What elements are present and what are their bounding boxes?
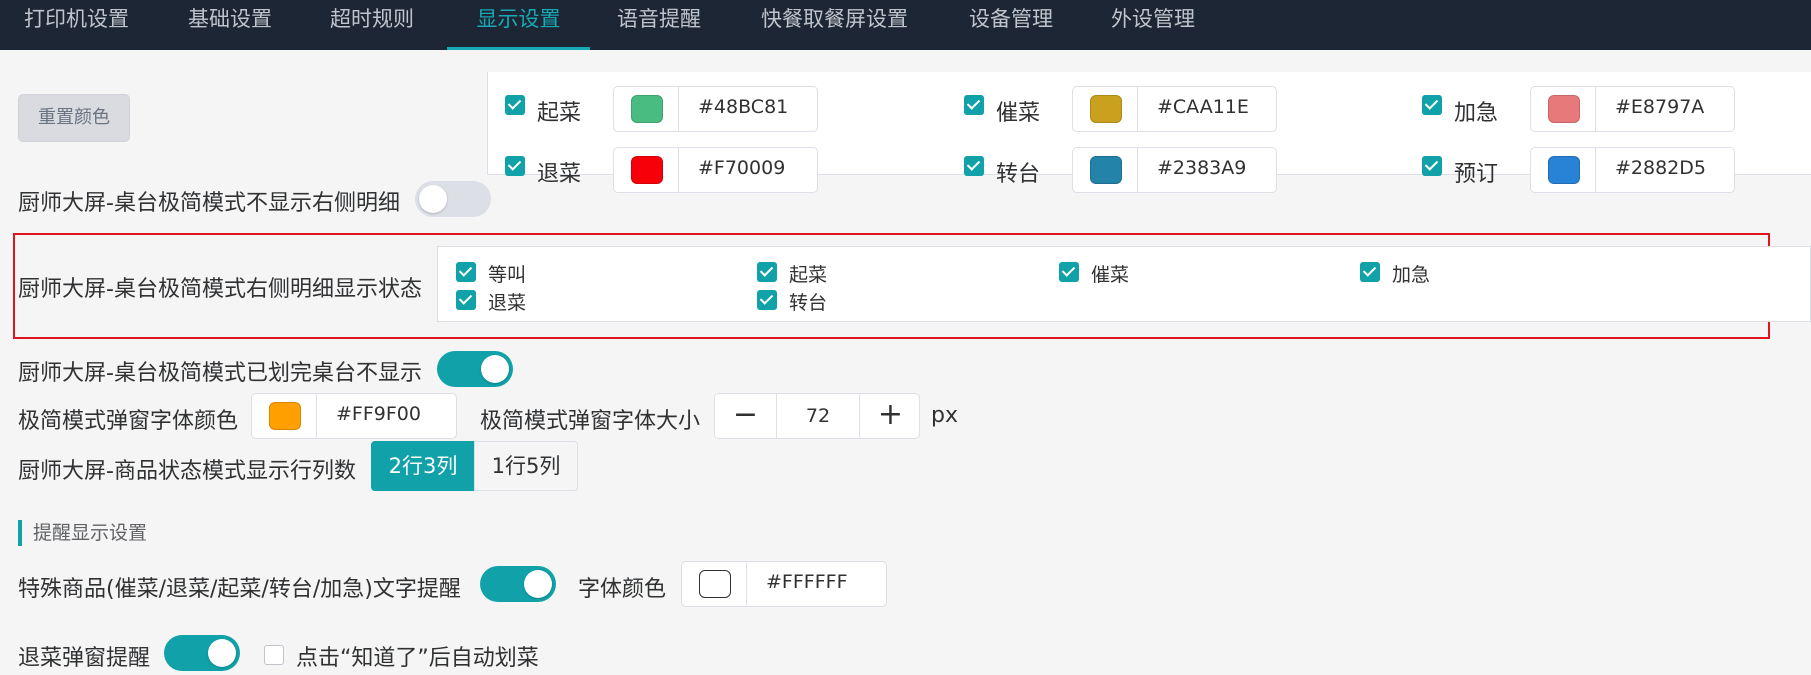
yuding-label: 预订	[1454, 162, 1499, 187]
tab-timeout-rules[interactable]: 超时规则	[306, 0, 438, 50]
qicai-label: 起菜	[537, 101, 582, 126]
jiaji-detail-checkbox[interactable]	[1360, 262, 1380, 282]
hide-detail-label: 厨师大屏-桌台极简模式不显示右侧明细	[18, 191, 400, 216]
tuicai-color-input[interactable]: #F70009	[613, 147, 818, 193]
layout-label: 厨师大屏-商品状态模式显示行列数	[18, 459, 356, 484]
popup-font-size-label: 极简模式弹窗字体大小	[480, 409, 701, 434]
cuicai-swatch-box	[1073, 87, 1138, 131]
layout-option-2x3[interactable]: 2行3列	[371, 441, 475, 491]
qicai-swatch[interactable]	[631, 95, 663, 123]
tab-peripheral-management[interactable]: 外设管理	[1087, 0, 1219, 50]
hide-finished-switch[interactable]	[437, 351, 513, 387]
qicai-swatch-box	[614, 87, 679, 131]
yuding-hex[interactable]: #2882D5	[1615, 157, 1706, 179]
jiaji-detail-label: 加急	[1392, 264, 1431, 286]
tab-voice-reminder[interactable]: 语音提醒	[593, 0, 725, 50]
tuicai-label: 退菜	[537, 162, 582, 187]
popup-color-swatch[interactable]	[269, 402, 301, 430]
cuicai-detail-checkbox[interactable]	[1059, 262, 1079, 282]
zhuantai-detail-checkbox[interactable]	[757, 290, 777, 310]
increase-button[interactable]: +	[859, 394, 921, 438]
cuicai-hex[interactable]: #CAA11E	[1157, 96, 1249, 118]
popup-font-size-stepper: − 72 +	[714, 393, 920, 439]
reminder-color-swatch[interactable]	[699, 570, 731, 598]
dengjiao-checkbox[interactable]	[456, 262, 476, 282]
popup-color-hex[interactable]: #FF9F00	[336, 403, 421, 425]
qicai-detail-checkbox[interactable]	[757, 262, 777, 282]
reminder-color-hex[interactable]: #FFFFFF	[766, 571, 848, 593]
return-popup-label: 退菜弹窗提醒	[18, 646, 151, 671]
jiaji-label: 加急	[1454, 101, 1499, 126]
font-size-value[interactable]: 72	[777, 394, 859, 438]
zhuantai-color-input[interactable]: #2383A9	[1072, 147, 1277, 193]
jiaji-color-input[interactable]: #E8797A	[1530, 86, 1735, 132]
jiaji-swatch[interactable]	[1548, 95, 1580, 123]
reminder-swatch-box	[682, 562, 747, 606]
hide-finished-label: 厨师大屏-桌台极简模式已划完桌台不显示	[18, 361, 422, 386]
tuicai-detail-label: 退菜	[488, 292, 527, 314]
tab-display-settings[interactable]: 显示设置	[447, 0, 590, 50]
layout-option-1x5[interactable]: 1行5列	[474, 441, 578, 491]
cuicai-label: 催菜	[996, 101, 1041, 126]
tuicai-detail-checkbox[interactable]	[456, 290, 476, 310]
auto-finish-label[interactable]: 点击“知道了”后自动划菜	[296, 640, 539, 672]
popup-font-color-label: 极简模式弹窗字体颜色	[18, 409, 239, 434]
jiaji-swatch-box	[1531, 87, 1596, 131]
special-reminder-switch[interactable]	[480, 566, 556, 602]
tuicai-swatch-box	[614, 148, 679, 192]
return-popup-switch[interactable]	[164, 635, 240, 671]
tuicai-checkbox[interactable]	[505, 156, 525, 176]
auto-finish-checkbox[interactable]	[264, 645, 284, 665]
tab-printer-settings[interactable]: 打印机设置	[0, 0, 153, 50]
tab-device-management[interactable]: 设备管理	[945, 0, 1077, 50]
reminder-font-color-input[interactable]: #FFFFFF	[681, 561, 887, 607]
reset-colors-button[interactable]: 重置颜色	[18, 94, 130, 142]
popup-font-color-input[interactable]: #FF9F00	[251, 393, 457, 439]
yuding-color-input[interactable]: #2882D5	[1530, 147, 1735, 193]
reminder-section-title: 提醒显示设置	[18, 520, 147, 546]
yuding-swatch[interactable]	[1548, 156, 1580, 184]
tab-pickup-screen-settings[interactable]: 快餐取餐屏设置	[737, 0, 932, 50]
qicai-color-input[interactable]: #48BC81	[613, 86, 818, 132]
switch-knob	[481, 355, 509, 383]
jiaji-hex[interactable]: #E8797A	[1615, 96, 1704, 118]
switch-knob	[419, 185, 447, 213]
zhuantai-hex[interactable]: #2383A9	[1157, 157, 1246, 179]
detail-status-panel: 等叫 起菜 催菜 加急 退菜 转台	[437, 246, 1811, 322]
zhuantai-swatch[interactable]	[1090, 156, 1122, 184]
hide-detail-switch[interactable]	[415, 181, 491, 217]
top-nav-bar: 打印机设置 基础设置 超时规则 显示设置 语音提醒 快餐取餐屏设置 设备管理 外…	[0, 0, 1811, 50]
yuding-swatch-box	[1531, 148, 1596, 192]
qicai-detail-label: 起菜	[789, 264, 828, 286]
yuding-checkbox[interactable]	[1422, 156, 1442, 176]
font-color-label: 字体颜色	[578, 577, 667, 602]
cuicai-color-input[interactable]: #CAA11E	[1072, 86, 1277, 132]
zhuantai-swatch-box	[1073, 148, 1138, 192]
switch-knob	[524, 570, 552, 598]
dengjiao-label: 等叫	[488, 264, 527, 286]
cuicai-detail-label: 催菜	[1091, 264, 1130, 286]
cuicai-swatch[interactable]	[1090, 95, 1122, 123]
font-size-unit: px	[931, 403, 958, 428]
special-reminder-label: 特殊商品(催菜/退菜/起菜/转台/加急)文字提醒	[18, 577, 461, 602]
decrease-button[interactable]: −	[715, 394, 777, 438]
zhuantai-detail-label: 转台	[789, 292, 828, 314]
status-color-panel: 起菜 #48BC81 催菜 #CAA11E 加急 #E8797A 退菜 #F70…	[487, 72, 1811, 193]
qicai-checkbox[interactable]	[505, 95, 525, 115]
tuicai-hex[interactable]: #F70009	[698, 157, 785, 179]
popup-swatch-box	[252, 394, 317, 438]
jiaji-checkbox[interactable]	[1422, 95, 1442, 115]
zhuantai-checkbox[interactable]	[964, 156, 984, 176]
zhuantai-label: 转台	[996, 162, 1041, 187]
tab-basic-settings[interactable]: 基础设置	[164, 0, 296, 50]
switch-knob	[208, 639, 236, 667]
detail-status-label: 厨师大屏-桌台极简模式右侧明细显示状态	[18, 277, 422, 302]
cuicai-checkbox[interactable]	[964, 95, 984, 115]
qicai-hex[interactable]: #48BC81	[698, 96, 788, 118]
tuicai-swatch[interactable]	[631, 156, 663, 184]
